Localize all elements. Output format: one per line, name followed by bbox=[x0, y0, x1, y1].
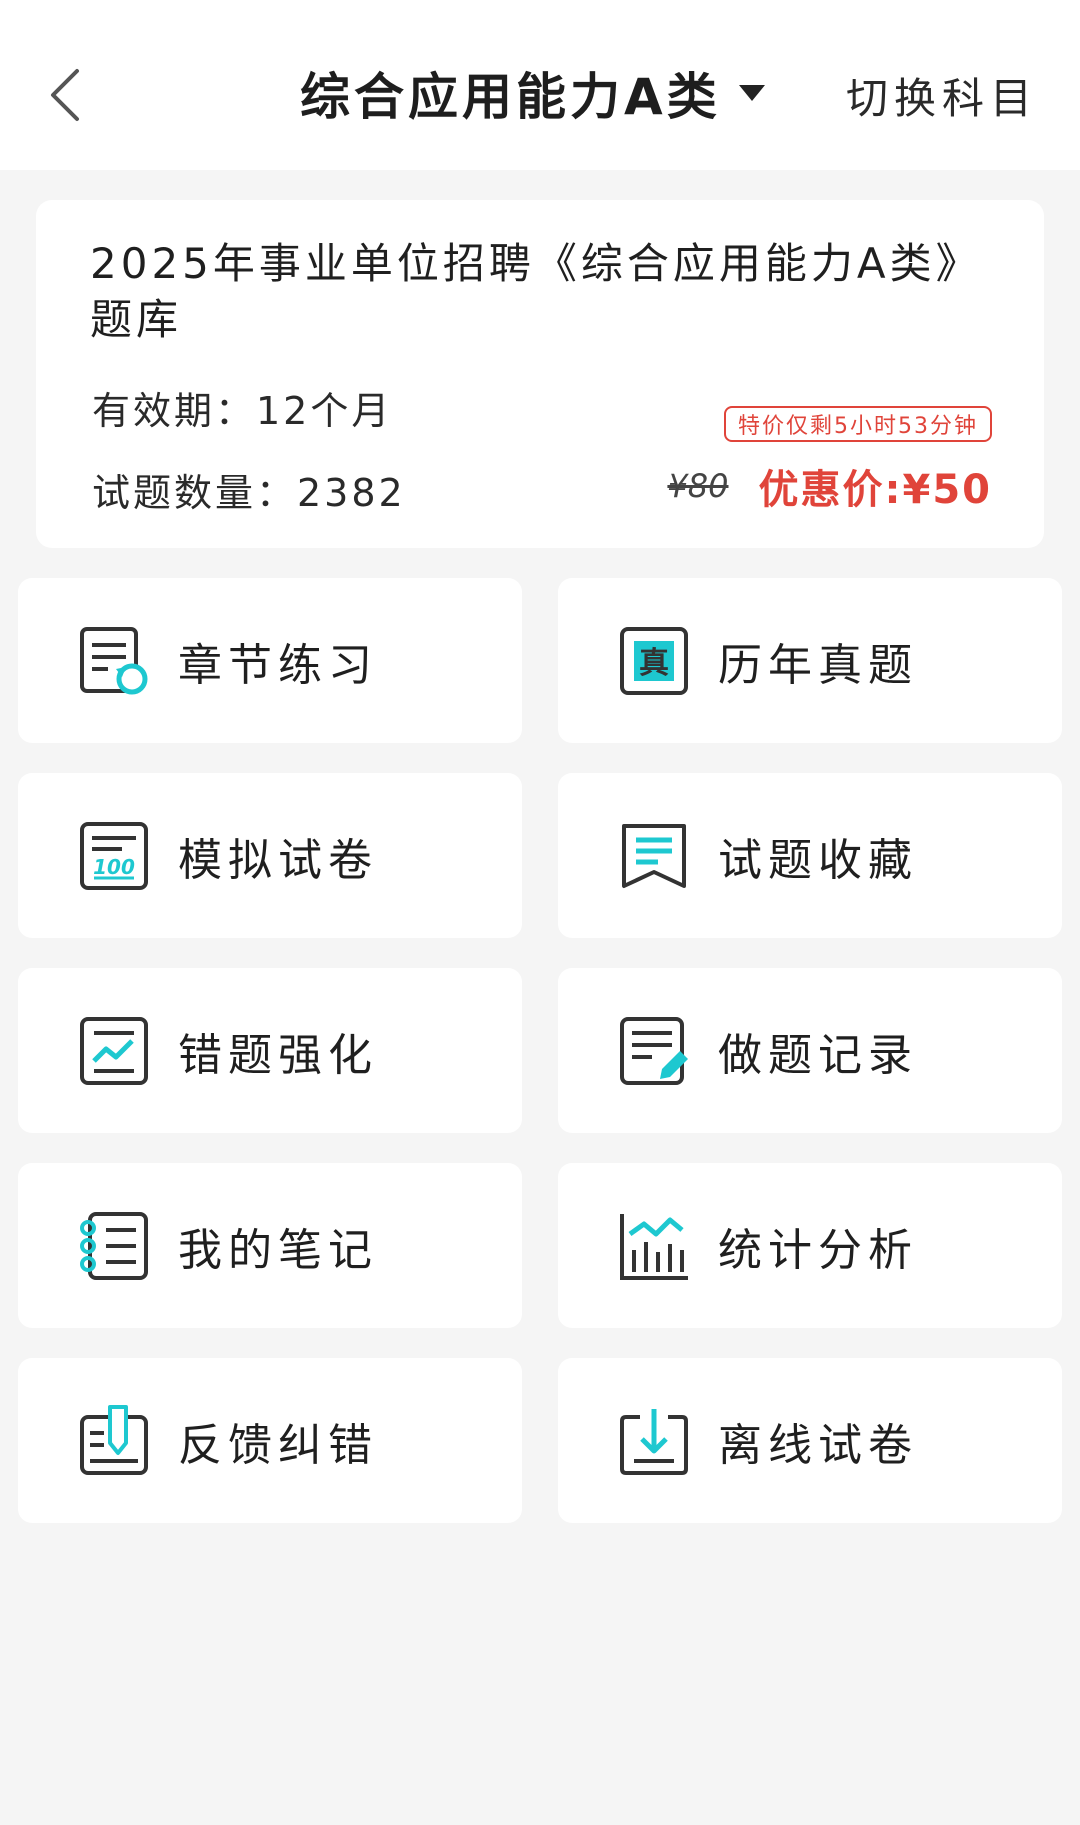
tile-mistake-review[interactable]: 错题强化 bbox=[18, 968, 522, 1133]
tile-mock-exam[interactable]: 100 模拟试卷 bbox=[18, 773, 522, 938]
notebook-icon bbox=[76, 1208, 152, 1284]
tile-chapter-practice[interactable]: 章节练习 bbox=[18, 578, 522, 743]
tile-label: 离线试卷 bbox=[718, 1419, 918, 1471]
tile-label: 试题收藏 bbox=[718, 834, 918, 886]
svg-text:100: 100 bbox=[93, 855, 135, 879]
tile-statistics[interactable]: 统计分析 bbox=[558, 1163, 1062, 1328]
bank-title: 2025年事业单位招聘《综合应用能力A类》题库 bbox=[90, 239, 961, 344]
tile-label: 历年真题 bbox=[718, 639, 918, 691]
switch-subject-button[interactable]: 切换科目 bbox=[846, 60, 1038, 130]
question-bank-card: 2025年事业单位招聘《综合应用能力A类》题库 有效期：12个月 试题数量：23… bbox=[36, 200, 1044, 548]
tile-label: 章节练习 bbox=[178, 639, 378, 691]
tile-offline-exams[interactable]: 离线试卷 bbox=[558, 1358, 1062, 1523]
practice-record-icon bbox=[616, 1013, 692, 1089]
tile-label: 做题记录 bbox=[718, 1029, 918, 1081]
original-price: ¥80 bbox=[667, 467, 729, 505]
price-row: ¥80 优惠价:¥50 bbox=[667, 456, 992, 516]
page-title: 综合应用能力A类 bbox=[300, 67, 721, 126]
chevron-left-icon bbox=[51, 69, 79, 121]
feature-grid: 章节练习 真 历年真题 100 模拟试卷 试题收藏 错题强化 做题记录 我的笔记… bbox=[18, 578, 1062, 1523]
tile-bookmarks[interactable]: 试题收藏 bbox=[558, 773, 1062, 938]
tile-past-exams[interactable]: 真 历年真题 bbox=[558, 578, 1062, 743]
caret-down-icon bbox=[738, 84, 765, 101]
download-icon bbox=[616, 1403, 692, 1479]
back-button[interactable] bbox=[40, 60, 90, 130]
promo-countdown-badge: 特价仅剩5小时53分钟 bbox=[724, 406, 992, 442]
tile-my-notes[interactable]: 我的笔记 bbox=[18, 1163, 522, 1328]
sale-price[interactable]: 优惠价:¥50 bbox=[759, 457, 993, 515]
tile-feedback[interactable]: 反馈纠错 bbox=[18, 1358, 522, 1523]
subject-selector[interactable]: 综合应用能力A类 bbox=[300, 55, 765, 130]
mistake-review-icon bbox=[76, 1013, 152, 1089]
validity-period: 有效期：12个月 bbox=[92, 389, 393, 433]
tile-label: 反馈纠错 bbox=[178, 1419, 378, 1471]
bookmark-icon bbox=[616, 818, 692, 894]
feedback-icon bbox=[76, 1403, 152, 1479]
past-exams-icon: 真 bbox=[616, 623, 692, 699]
svg-text:真: 真 bbox=[639, 646, 669, 681]
top-bar: 综合应用能力A类 切换科目 bbox=[0, 0, 1080, 170]
tile-label: 统计分析 bbox=[718, 1224, 918, 1276]
mock-exam-icon: 100 bbox=[76, 818, 152, 894]
tile-practice-record[interactable]: 做题记录 bbox=[558, 968, 1062, 1133]
question-count: 试题数量：2382 bbox=[92, 471, 406, 515]
tile-label: 我的笔记 bbox=[178, 1224, 378, 1276]
tile-label: 模拟试卷 bbox=[178, 834, 378, 886]
tile-label: 错题强化 bbox=[178, 1029, 378, 1081]
statistics-icon bbox=[616, 1208, 692, 1284]
chapter-practice-icon bbox=[76, 623, 152, 699]
